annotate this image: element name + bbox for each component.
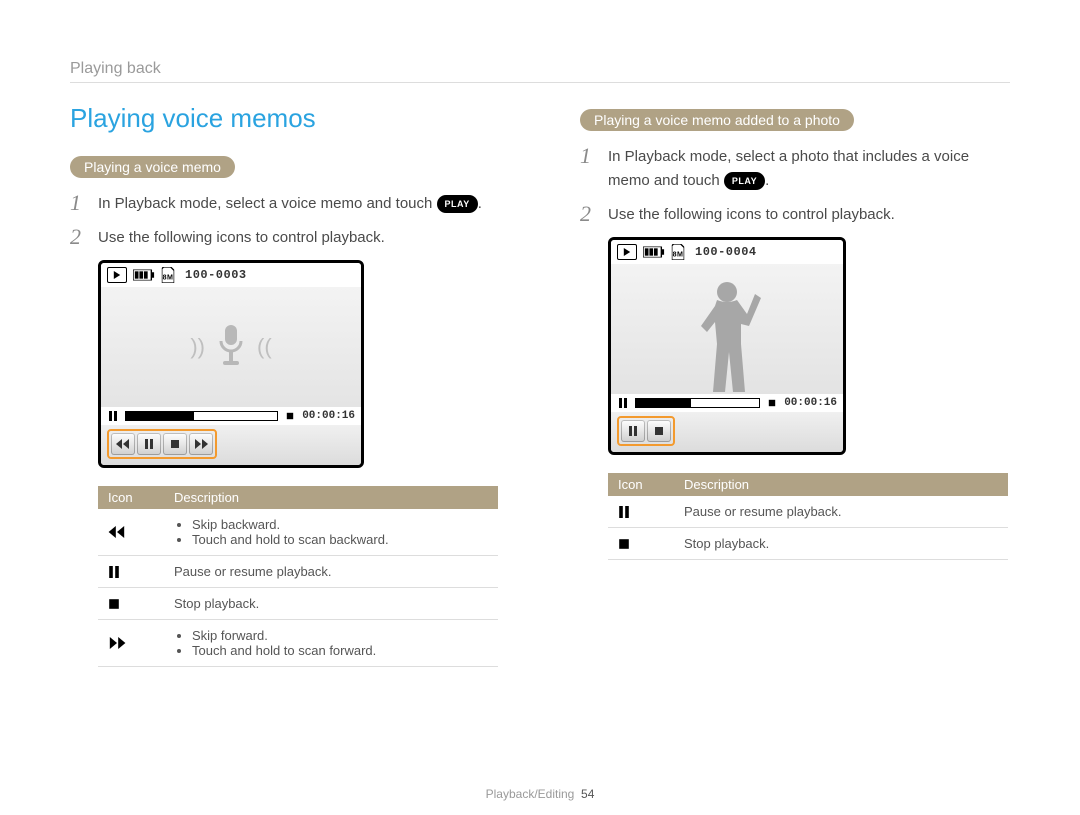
photo-preview xyxy=(611,264,843,394)
rewind-button[interactable] xyxy=(111,433,135,455)
stop-button[interactable] xyxy=(163,433,187,455)
rewind-icon xyxy=(98,509,164,556)
table-row: Pause or resume playback. xyxy=(98,556,498,588)
breadcrumb: Playing back xyxy=(70,60,1010,83)
play-icon: PLAY xyxy=(437,195,478,213)
pause-icon xyxy=(608,496,674,528)
voice-memo-screen: 100-0003 )) (( 00:00:16 xyxy=(98,260,364,468)
progress-bar[interactable] xyxy=(125,411,278,421)
photo-memo-screen: 100-0004 00:00:16 xyxy=(608,237,846,455)
file-counter: 100-0003 xyxy=(185,268,247,282)
step-text: In Playback mode, select a photo that in… xyxy=(608,145,1010,193)
left-step-1: 1 In Playback mode, select a voice memo … xyxy=(70,192,500,216)
forward-button[interactable] xyxy=(189,433,213,455)
sound-wave-icon: (( xyxy=(257,334,272,360)
table-row: Skip backward. Touch and hold to scan ba… xyxy=(98,509,498,556)
battery-icon xyxy=(133,269,155,281)
pause-indicator-icon xyxy=(617,397,629,409)
step-number: 2 xyxy=(70,226,88,248)
right-icon-table: Icon Description Pause or resume playbac… xyxy=(608,473,1008,560)
left-step-2: 2 Use the following icons to control pla… xyxy=(70,226,500,250)
right-column: Playing a voice memo added to a photo 1 … xyxy=(580,103,1010,667)
step-text: Use the following icons to control playb… xyxy=(608,203,895,227)
sound-wave-icon: )) xyxy=(190,334,205,360)
step-number: 1 xyxy=(70,192,88,214)
table-head-icon: Icon xyxy=(98,486,164,509)
card-icon xyxy=(161,267,175,283)
table-head-icon: Icon xyxy=(608,473,674,496)
card-icon xyxy=(671,244,685,260)
stop-icon xyxy=(98,588,164,620)
playback-mode-icon xyxy=(107,267,127,283)
table-head-desc: Description xyxy=(164,486,498,509)
play-icon: PLAY xyxy=(724,172,765,190)
progress-bar[interactable] xyxy=(635,398,760,408)
page-title: Playing voice memos xyxy=(70,103,500,134)
left-column: Playing voice memos Playing a voice memo… xyxy=(70,103,500,667)
table-head-desc: Description xyxy=(674,473,1008,496)
subheading-left: Playing a voice memo xyxy=(70,156,235,178)
page-footer: Playback/Editing 54 xyxy=(0,787,1080,801)
table-row: Stop playback. xyxy=(98,588,498,620)
file-counter: 100-0004 xyxy=(695,245,757,259)
step-number: 2 xyxy=(580,203,598,225)
stop-indicator-icon xyxy=(766,397,778,409)
right-step-2: 2 Use the following icons to control pla… xyxy=(580,203,1010,227)
pause-button[interactable] xyxy=(137,433,161,455)
stop-button[interactable] xyxy=(647,420,671,442)
elapsed-time: 00:00:16 xyxy=(302,410,355,422)
table-row: Stop playback. xyxy=(608,528,1008,560)
pause-indicator-icon xyxy=(107,410,119,422)
step-text: Use the following icons to control playb… xyxy=(98,226,385,250)
pause-icon xyxy=(98,556,164,588)
pause-button[interactable] xyxy=(621,420,645,442)
elapsed-time: 00:00:16 xyxy=(784,397,837,409)
left-icon-table: Icon Description Skip backward. Touch an… xyxy=(98,486,498,667)
subheading-right: Playing a voice memo added to a photo xyxy=(580,109,854,131)
stop-indicator-icon xyxy=(284,410,296,422)
table-row: Skip forward. Touch and hold to scan for… xyxy=(98,620,498,667)
forward-icon xyxy=(98,620,164,667)
stop-icon xyxy=(608,528,674,560)
right-step-1: 1 In Playback mode, select a photo that … xyxy=(580,145,1010,193)
microphone-graphic: )) (( xyxy=(190,323,271,371)
table-row: Pause or resume playback. xyxy=(608,496,1008,528)
battery-icon xyxy=(643,246,665,258)
step-number: 1 xyxy=(580,145,598,167)
step-text: In Playback mode, select a voice memo an… xyxy=(98,192,482,216)
playback-mode-icon xyxy=(617,244,637,260)
